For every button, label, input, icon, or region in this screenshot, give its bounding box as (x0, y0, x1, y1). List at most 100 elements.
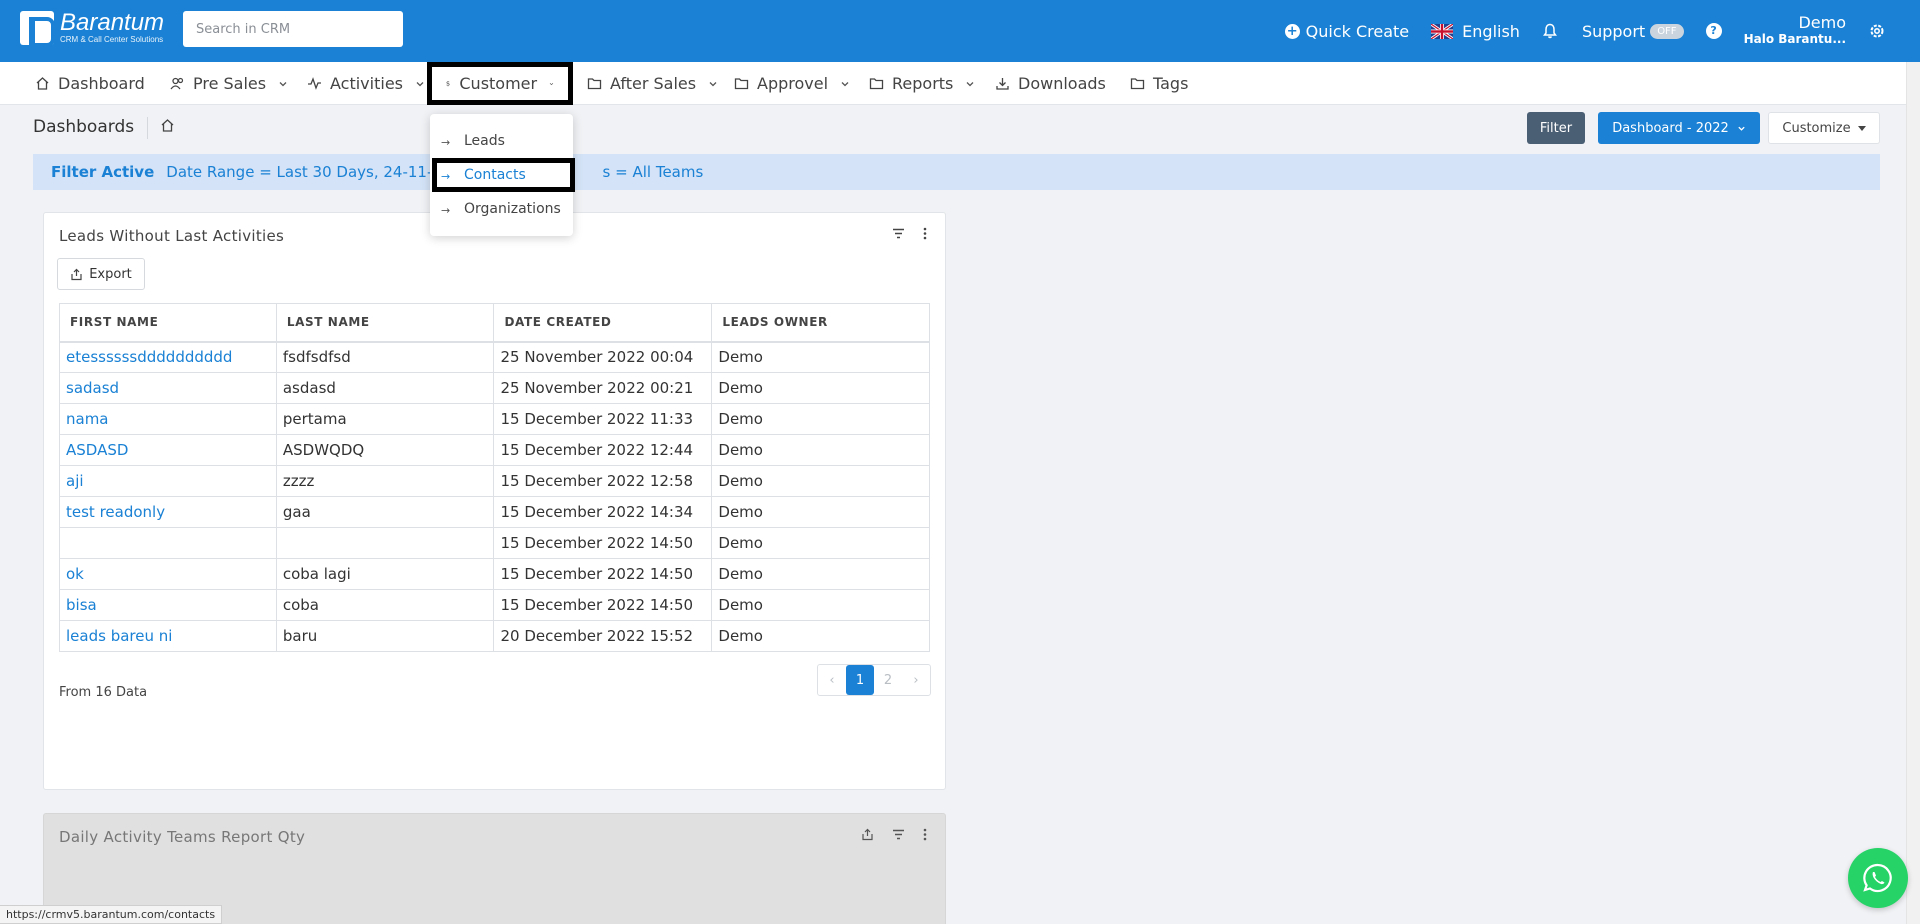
users-icon (170, 77, 184, 90)
cell-leads-owner: Demo (711, 341, 930, 373)
app-logo[interactable]: Barantum CRM & Call Center Solutions (20, 9, 165, 47)
nav-item-reports[interactable]: Reports (869, 62, 983, 105)
nav-item-dashboard[interactable]: Dashboard (35, 62, 145, 105)
leads-without-activities-card: Leads Without Last Activities Export FIR… (43, 212, 946, 790)
cell-leads-owner: Demo (711, 403, 930, 435)
chevron-down-icon (966, 81, 974, 86)
column-header[interactable]: FIRST NAME (59, 303, 277, 343)
logo-mark-icon (20, 11, 55, 47)
table-row[interactable]: nama pertama 15 December 2022 11:33 Demo (59, 403, 930, 435)
cell-first-name[interactable]: sadasd (59, 372, 277, 404)
filter-button[interactable]: Filter (1527, 112, 1585, 144)
column-header[interactable]: DATE CREATED (493, 303, 713, 343)
more-vertical-icon[interactable] (923, 227, 927, 240)
export-button[interactable]: Export (57, 258, 145, 290)
cell-first-name[interactable]: test readonly (59, 496, 277, 528)
chevron-down-icon (1738, 126, 1745, 131)
nav-item-pre-sales[interactable]: Pre Sales (170, 62, 296, 105)
table-row[interactable]: sadasd asdasd 25 November 2022 00:21 Demo (59, 372, 930, 404)
logo-name: Barantum (60, 9, 165, 36)
menu-item-contacts[interactable]: → Contacts (432, 158, 575, 192)
card-title: Leads Without Last Activities (59, 227, 285, 245)
nav-item-activities[interactable]: Activities (307, 62, 433, 105)
table-row[interactable]: 15 December 2022 14:50 Demo (59, 527, 930, 559)
cell-date-created: 15 December 2022 11:33 (493, 403, 713, 435)
page-button-current[interactable]: 1 (846, 665, 874, 695)
nav-item-customer[interactable]: $ Customer (427, 62, 573, 105)
quick-create-label: Quick Create (1305, 21, 1410, 41)
support-toggle[interactable]: Support OFF (1582, 22, 1684, 41)
table-row[interactable]: ok coba lagi 15 December 2022 14:50 Demo (59, 558, 930, 590)
dashboard-select-label: Dashboard - 2022 (1612, 120, 1729, 136)
home-icon[interactable] (160, 118, 175, 133)
gear-icon[interactable] (1868, 22, 1886, 40)
table-row[interactable]: test readonly gaa 15 December 2022 14:34 De… (59, 496, 930, 528)
cell-last-name: zzzz (275, 465, 495, 497)
table-row[interactable]: aji zzzz 15 December 2022 12:58 Demo (59, 465, 930, 497)
page-next-button[interactable]: › (902, 665, 930, 695)
nav-item-label: Downloads (1018, 74, 1106, 93)
cell-first-name[interactable]: nama (59, 403, 277, 435)
user-menu[interactable]: Demo Halo Barantu... (1744, 14, 1846, 48)
nav-item-after-sales[interactable]: After Sales (587, 62, 726, 105)
column-header[interactable]: LAST NAME (275, 303, 495, 343)
cell-last-name: pertama (275, 403, 495, 435)
folder-icon (587, 78, 602, 90)
nav-item-label: Reports (892, 74, 954, 93)
support-label: Support (1581, 21, 1646, 41)
cell-first-name[interactable]: bisa (59, 589, 277, 621)
table-row[interactable]: etessssssdddddddddd fsdfsdfsd 25 November … (59, 341, 930, 373)
column-header[interactable]: LEADS OWNER (711, 303, 930, 343)
cell-date-created: 25 November 2022 00:04 (493, 341, 713, 373)
arrow-right-icon: → (441, 170, 451, 183)
nav-item-tags[interactable]: Tags (1130, 62, 1188, 105)
table-row[interactable]: ASDASD ASDWQDQ 15 December 2022 12:44 Demo (59, 434, 930, 466)
customize-button[interactable]: Customize (1768, 112, 1880, 144)
cell-first-name[interactable]: ok (59, 558, 277, 590)
cell-leads-owner: Demo (711, 527, 930, 559)
help-button[interactable]: ? (1705, 23, 1722, 39)
nav-item-approvel[interactable]: Approvel (734, 62, 858, 105)
quick-create-button[interactable]: + Quick Create (1284, 21, 1410, 41)
menu-item-leads[interactable]: → Leads (430, 124, 573, 158)
cell-last-name: coba lagi (275, 558, 495, 590)
home-icon (36, 77, 49, 90)
table-row[interactable]: leads bareu ni baru 20 December 2022 15:52… (59, 620, 930, 652)
export-icon (71, 268, 82, 280)
nav-item-downloads[interactable]: Downloads (995, 62, 1106, 105)
cell-date-created: 25 November 2022 00:21 (493, 372, 713, 404)
menu-item-label: Leads (464, 133, 505, 149)
dashboard-select[interactable]: Dashboard - 2022 (1598, 112, 1760, 144)
table-header-row: FIRST NAME LAST NAME DATE CREATED LEADS … (59, 303, 930, 343)
nav-item-label: Activities (330, 74, 403, 93)
table-row[interactable]: bisa coba 15 December 2022 14:50 Demo (59, 589, 930, 621)
page-prev-button[interactable]: ‹ (818, 665, 846, 695)
filter-lines-icon[interactable] (892, 829, 905, 840)
chevron-down-icon (841, 81, 849, 86)
cell-first-name[interactable]: leads bareu ni (59, 620, 277, 652)
cell-first-name[interactable]: etessssssdddddddddd (59, 341, 277, 373)
page-button[interactable]: 2 (874, 665, 902, 695)
page-scrollbar[interactable] (1906, 62, 1920, 924)
search-input[interactable] (183, 11, 403, 47)
language-selector[interactable]: English (1431, 22, 1520, 41)
chevron-down-icon (279, 81, 287, 86)
cell-first-name[interactable]: ASDASD (59, 434, 277, 466)
whatsapp-button[interactable] (1848, 848, 1908, 908)
filter-active-label: Filter Active (51, 163, 155, 181)
export-icon[interactable] (861, 828, 874, 841)
cell-first-name[interactable]: aji (59, 465, 277, 497)
cell-last-name: baru (275, 620, 495, 652)
menu-item-organizations[interactable]: → Organizations (430, 192, 573, 226)
uk-flag-icon (1431, 23, 1454, 39)
filter-lines-icon[interactable] (892, 228, 905, 239)
notifications-button[interactable] (1542, 23, 1560, 39)
more-vertical-icon[interactable] (923, 828, 927, 841)
card-title: Daily Activity Teams Report Qty (59, 828, 306, 846)
help-icon: ? (1705, 23, 1722, 39)
filter-date-range: Date Range = Last 30 Days, 24-11-2022 (166, 163, 471, 181)
customize-label: Customize (1782, 120, 1851, 136)
folder-icon (869, 78, 884, 90)
customer-dropdown-menu: → Leads → Contacts → Organizations (430, 114, 575, 236)
cell-leads-owner: Demo (711, 465, 930, 497)
